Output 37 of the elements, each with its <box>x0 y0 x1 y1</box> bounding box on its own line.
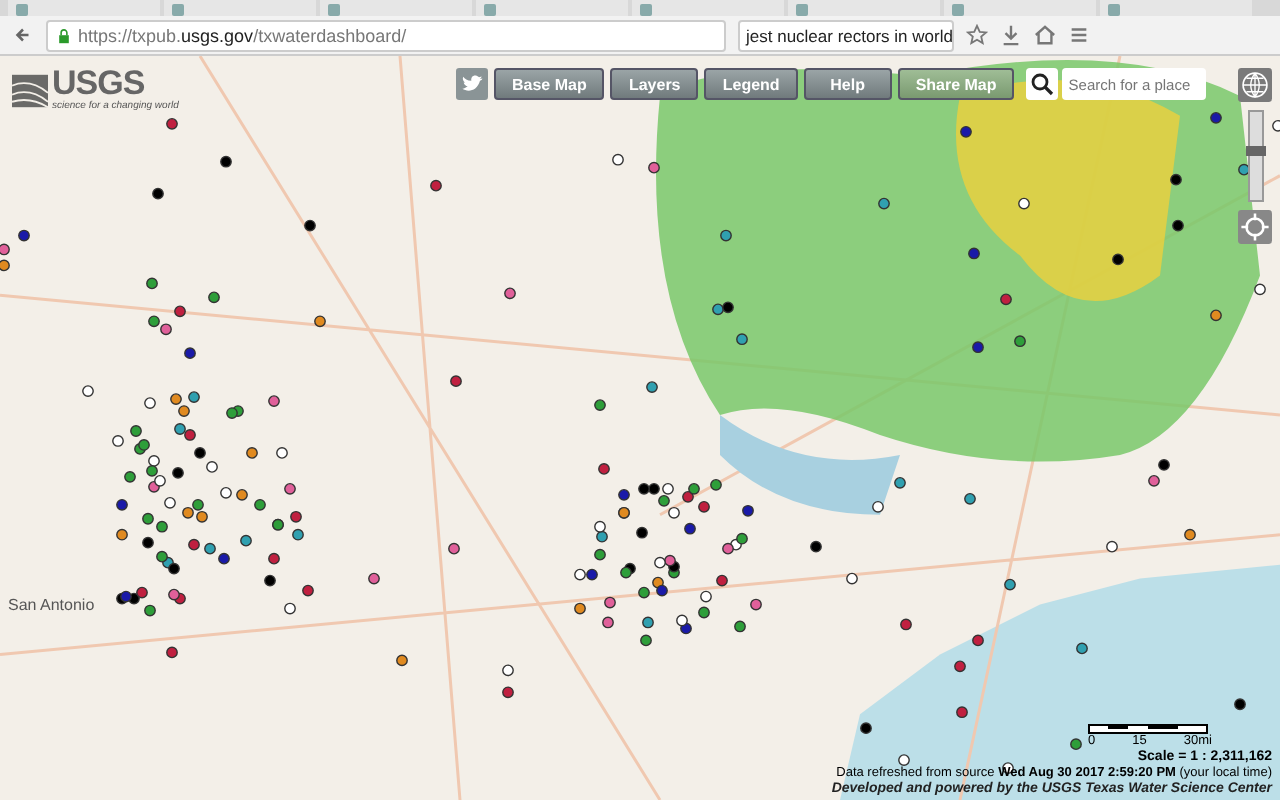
favicon-icon <box>1108 4 1120 16</box>
download-icon[interactable] <box>1000 24 1022 46</box>
favicon-icon <box>796 4 808 16</box>
browser-tab[interactable] <box>476 0 628 16</box>
favicon-icon <box>328 4 340 16</box>
browser-tab[interactable] <box>788 0 940 16</box>
star-icon[interactable] <box>966 24 988 46</box>
browser-tab[interactable] <box>164 0 316 16</box>
browser-search-field[interactable]: jest nuclear rectors in world <box>738 19 954 51</box>
back-icon[interactable] <box>12 24 34 46</box>
browser-tab[interactable] <box>1100 0 1252 16</box>
toolbar-button[interactable]: Base Map <box>494 68 605 100</box>
toolbar-button[interactable]: Share Map <box>897 68 1015 100</box>
search-icon[interactable] <box>1026 68 1059 100</box>
toolbar-button[interactable]: Legend <box>704 68 798 100</box>
crosshair-icon[interactable] <box>1238 210 1272 244</box>
menu-icon[interactable] <box>1068 24 1090 46</box>
scale-bar <box>1088 724 1208 734</box>
toolbar-button[interactable]: Layers <box>610 68 699 100</box>
favicon-icon <box>484 4 496 16</box>
favicon-icon <box>952 4 964 16</box>
favicon-icon <box>640 4 652 16</box>
zoom-handle[interactable] <box>1245 145 1265 156</box>
browser-tab[interactable] <box>320 0 472 16</box>
bird-icon[interactable] <box>456 68 488 100</box>
city-label: San Antonio <box>8 596 95 614</box>
home-icon[interactable] <box>1034 24 1056 46</box>
address-bar[interactable]: https://txpub.usgs.gov/txwaterdashboard/ <box>46 19 726 51</box>
globe-icon[interactable] <box>1238 68 1272 102</box>
map-drawing[interactable] <box>0 56 1280 800</box>
favicon-icon <box>172 4 184 16</box>
browser-tab[interactable] <box>632 0 784 16</box>
browser-tab[interactable] <box>944 0 1096 16</box>
toolbar-button[interactable]: Help <box>803 68 892 100</box>
favicon-icon <box>16 4 28 16</box>
wave-icon <box>12 73 48 107</box>
lock-icon <box>56 27 72 43</box>
